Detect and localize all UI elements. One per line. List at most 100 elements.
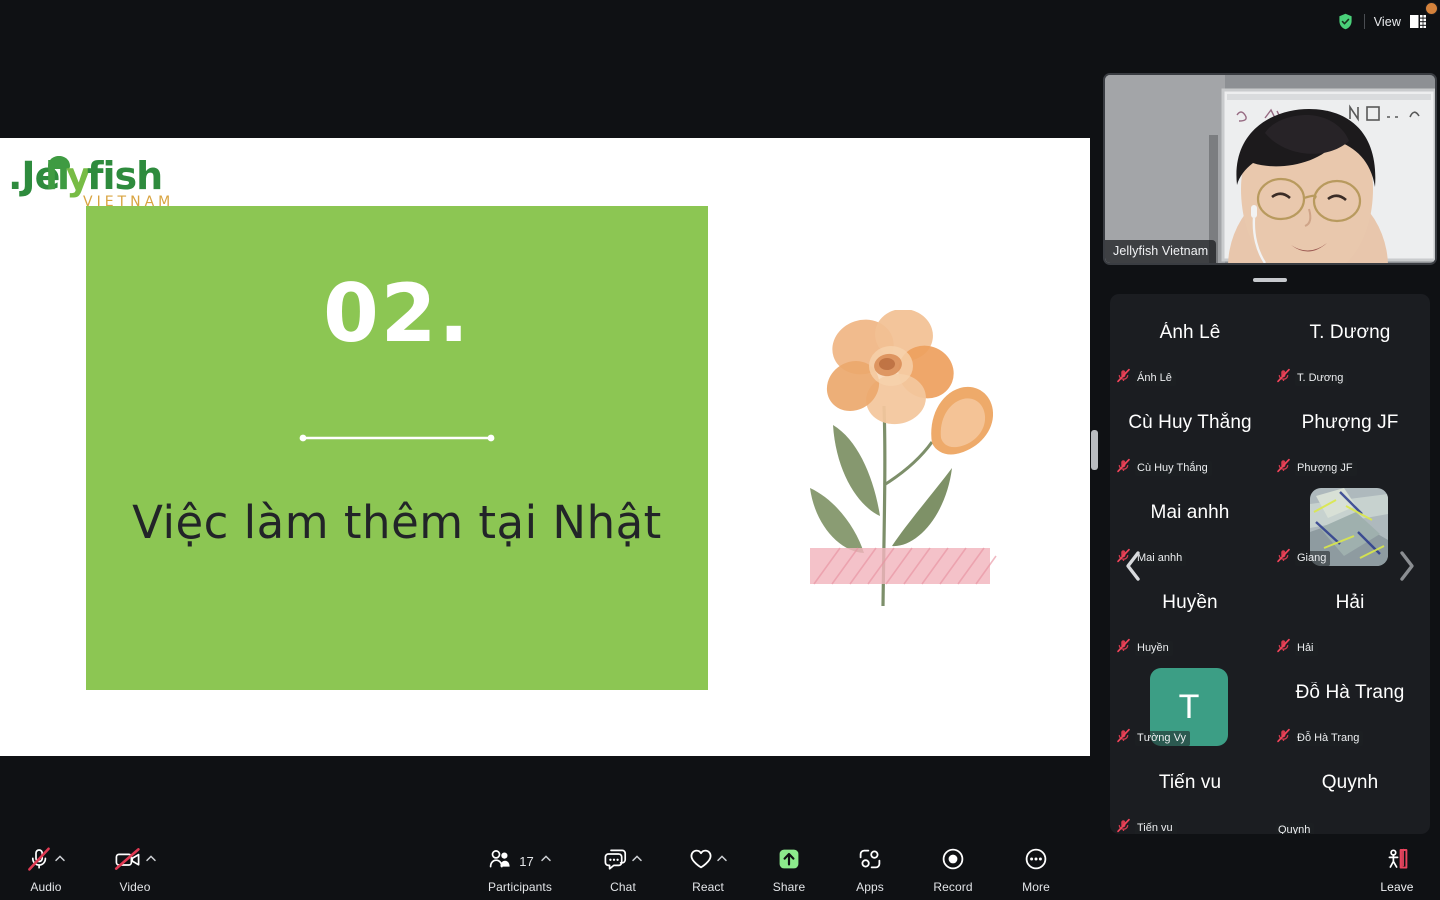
audio-label: Audio xyxy=(30,880,62,894)
participant-tile[interactable]: Huyền Huyền xyxy=(1110,572,1270,662)
top-bar-controls: View xyxy=(1336,12,1426,31)
svg-text:fish: fish xyxy=(87,154,162,198)
participant-footer: Ánh Lê xyxy=(1116,368,1176,388)
participant-name-label: Huyền xyxy=(1135,640,1173,656)
shield-check-icon[interactable] xyxy=(1336,12,1355,31)
toolbar-divider xyxy=(1363,14,1365,29)
layout-grid-icon[interactable] xyxy=(1410,14,1426,29)
participant-tile[interactable]: Phượng JF Phượng JF xyxy=(1270,392,1430,482)
toolbar-participants-button[interactable]: 17 Participants xyxy=(483,846,557,894)
view-label[interactable]: View xyxy=(1374,15,1401,29)
participant-name-label: Tường Vy xyxy=(1135,730,1191,746)
audio-options-caret[interactable] xyxy=(54,852,66,870)
panel-drag-handle[interactable] xyxy=(1253,278,1287,282)
microphone-muted-icon xyxy=(1116,728,1131,748)
participant-footer: T. Dương xyxy=(1276,368,1348,388)
participant-tile[interactable]: Cù Huy Thắng Cù Huy Thắng xyxy=(1110,392,1270,482)
chat-bubble-icon xyxy=(603,847,629,876)
chat-label: Chat xyxy=(610,880,636,894)
slide-divider-line xyxy=(299,430,495,442)
share-resize-handle[interactable] xyxy=(1091,430,1098,470)
microphone-muted-icon xyxy=(1116,368,1131,388)
record-label: Record xyxy=(933,880,973,894)
participant-display-name: Ánh Lê xyxy=(1159,322,1221,343)
participant-tile[interactable]: T Tường Vy xyxy=(1110,662,1270,752)
participant-tile[interactable]: Quynh Quynh xyxy=(1270,752,1430,834)
participants-options-caret[interactable] xyxy=(540,852,552,870)
toolbar-react-button[interactable]: React xyxy=(671,846,745,894)
microphone-muted-icon xyxy=(1116,638,1131,658)
participant-name-label: Ánh Lê xyxy=(1135,370,1176,386)
participant-tile[interactable]: Đỗ Hà Trang Đỗ Hà Trang xyxy=(1270,662,1430,752)
heart-icon xyxy=(688,847,714,876)
participant-name-label: Phượng JF xyxy=(1295,460,1357,476)
toolbar-leave-button[interactable]: Leave xyxy=(1360,846,1434,894)
microphone-muted-icon xyxy=(1276,548,1291,568)
toolbar-share-button[interactable]: Share xyxy=(752,846,826,894)
zoom-meeting-window: View .Je ll y fish VIETNAM 02. Việc làm … xyxy=(0,0,1440,900)
toolbar-more-button[interactable]: More xyxy=(999,846,1073,894)
share-label: Share xyxy=(772,880,806,894)
chat-options-caret[interactable] xyxy=(631,852,643,870)
shared-screen-content: .Je ll y fish VIETNAM 02. Việc làm thêm … xyxy=(0,138,1090,756)
participant-footer: Đỗ Hà Trang xyxy=(1276,728,1364,748)
react-options-caret[interactable] xyxy=(716,852,728,870)
microphone-muted-icon xyxy=(1116,458,1131,478)
participant-tile[interactable]: Tiến vu Tiến vu xyxy=(1110,752,1270,834)
participant-name-label: T. Dương xyxy=(1295,370,1348,386)
toolbar-audio-button[interactable]: Audio xyxy=(9,846,83,894)
self-video-feed xyxy=(1105,75,1435,263)
avatar-dot[interactable] xyxy=(1425,2,1438,15)
participant-footer: Giang xyxy=(1276,548,1331,568)
participant-display-name: Quynh xyxy=(1321,772,1379,793)
toolbar-record-button[interactable]: Record xyxy=(916,846,990,894)
participant-display-name: Cù Huy Thắng xyxy=(1128,412,1252,433)
participant-name-label: Hải xyxy=(1295,640,1318,656)
ellipsis-icon xyxy=(1023,846,1049,877)
video-options-caret[interactable] xyxy=(145,852,157,870)
video-label: Video xyxy=(119,880,151,894)
toolbar-chat-button[interactable]: Chat xyxy=(586,846,660,894)
participant-tile[interactable]: T. Dương T. Dương xyxy=(1270,302,1430,392)
more-label: More xyxy=(1022,880,1050,894)
toolbar-apps-button[interactable]: Apps xyxy=(833,846,907,894)
presentation-slide: 02. Việc làm thêm tại Nhật xyxy=(86,206,708,690)
participant-tile[interactable]: Hải Hải xyxy=(1270,572,1430,662)
toolbar-video-button[interactable]: Video xyxy=(98,846,172,894)
record-icon xyxy=(940,846,966,877)
meeting-toolbar: Audio Video 17 Participants Chat React S… xyxy=(0,834,1440,900)
self-video-tile[interactable]: Jellyfish Vietnam xyxy=(1103,73,1437,265)
microphone-muted-icon xyxy=(1116,818,1131,834)
participant-display-name: Mai anhh xyxy=(1150,502,1230,523)
participant-display-name: Phượng JF xyxy=(1301,412,1399,433)
slide-title: Việc làm thêm tại Nhật xyxy=(132,496,662,549)
slide-section-number: 02. xyxy=(323,267,471,360)
participants-icon xyxy=(488,847,514,876)
participant-footer: Tường Vy xyxy=(1116,728,1191,748)
leave-label: Leave xyxy=(1380,880,1414,894)
participant-tile[interactable]: Ánh Lê Ánh Lê xyxy=(1110,302,1270,392)
participant-footer: Quynh xyxy=(1276,823,1315,834)
participant-footer: Cù Huy Thắng xyxy=(1116,458,1212,478)
microphone-muted-icon xyxy=(1276,368,1291,388)
participants-prev-button[interactable] xyxy=(1118,548,1148,584)
share-screen-icon xyxy=(776,846,802,877)
microphone-muted-icon xyxy=(1276,638,1291,658)
participants-next-button[interactable] xyxy=(1392,548,1422,584)
react-label: React xyxy=(692,880,724,894)
participant-display-name: Hải xyxy=(1335,592,1365,613)
participants-strip: Ánh Lê Ánh Lê T. Dương T. Dương Cù Huy T… xyxy=(1110,294,1430,834)
participant-footer: Tiến vu xyxy=(1116,818,1177,834)
participant-name-label: Giang xyxy=(1295,550,1331,566)
camera-muted-icon xyxy=(113,846,143,877)
participants-count: 17 xyxy=(519,853,534,869)
self-video-name-label: Jellyfish Vietnam xyxy=(1105,240,1217,263)
microphone-muted-icon xyxy=(26,846,52,877)
participant-footer: Huyền xyxy=(1116,638,1173,658)
participant-footer: Phượng JF xyxy=(1276,458,1357,478)
participant-display-name: Đỗ Hà Trang xyxy=(1295,682,1405,703)
participants-label: Participants xyxy=(488,880,552,894)
apps-icon xyxy=(857,847,883,876)
participant-name-label: Cù Huy Thắng xyxy=(1135,460,1212,476)
participant-display-name: Huyền xyxy=(1162,592,1218,613)
